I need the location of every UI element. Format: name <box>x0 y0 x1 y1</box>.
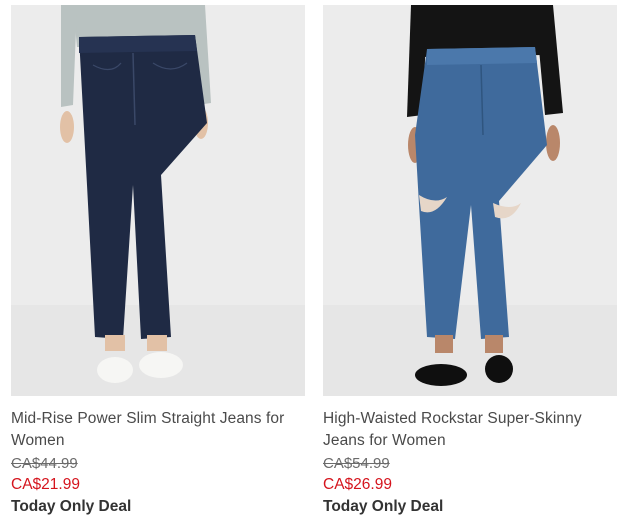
product-name[interactable]: High-Waisted Rockstar Super-Skinny Jeans… <box>323 408 617 452</box>
sale-price: CA$21.99 <box>11 476 80 493</box>
deal-badge: Today Only Deal <box>11 498 132 515</box>
product-photo-ripped-skinny-jeans <box>323 5 617 396</box>
product-photo-dark-jeans <box>11 5 305 396</box>
product-card[interactable]: High-Waisted Rockstar Super-Skinny Jeans… <box>323 0 617 518</box>
product-card[interactable]: Mid-Rise Power Slim Straight Jeans for W… <box>11 0 305 518</box>
product-name[interactable]: Mid-Rise Power Slim Straight Jeans for W… <box>11 408 305 452</box>
product-image[interactable] <box>11 5 305 396</box>
product-grid: Mid-Rise Power Slim Straight Jeans for W… <box>0 0 621 521</box>
sale-price: CA$26.99 <box>323 476 392 493</box>
product-image[interactable] <box>323 5 617 396</box>
deal-badge: Today Only Deal <box>323 498 444 515</box>
original-price: CA$54.99 <box>323 455 390 472</box>
original-price: CA$44.99 <box>11 455 78 472</box>
